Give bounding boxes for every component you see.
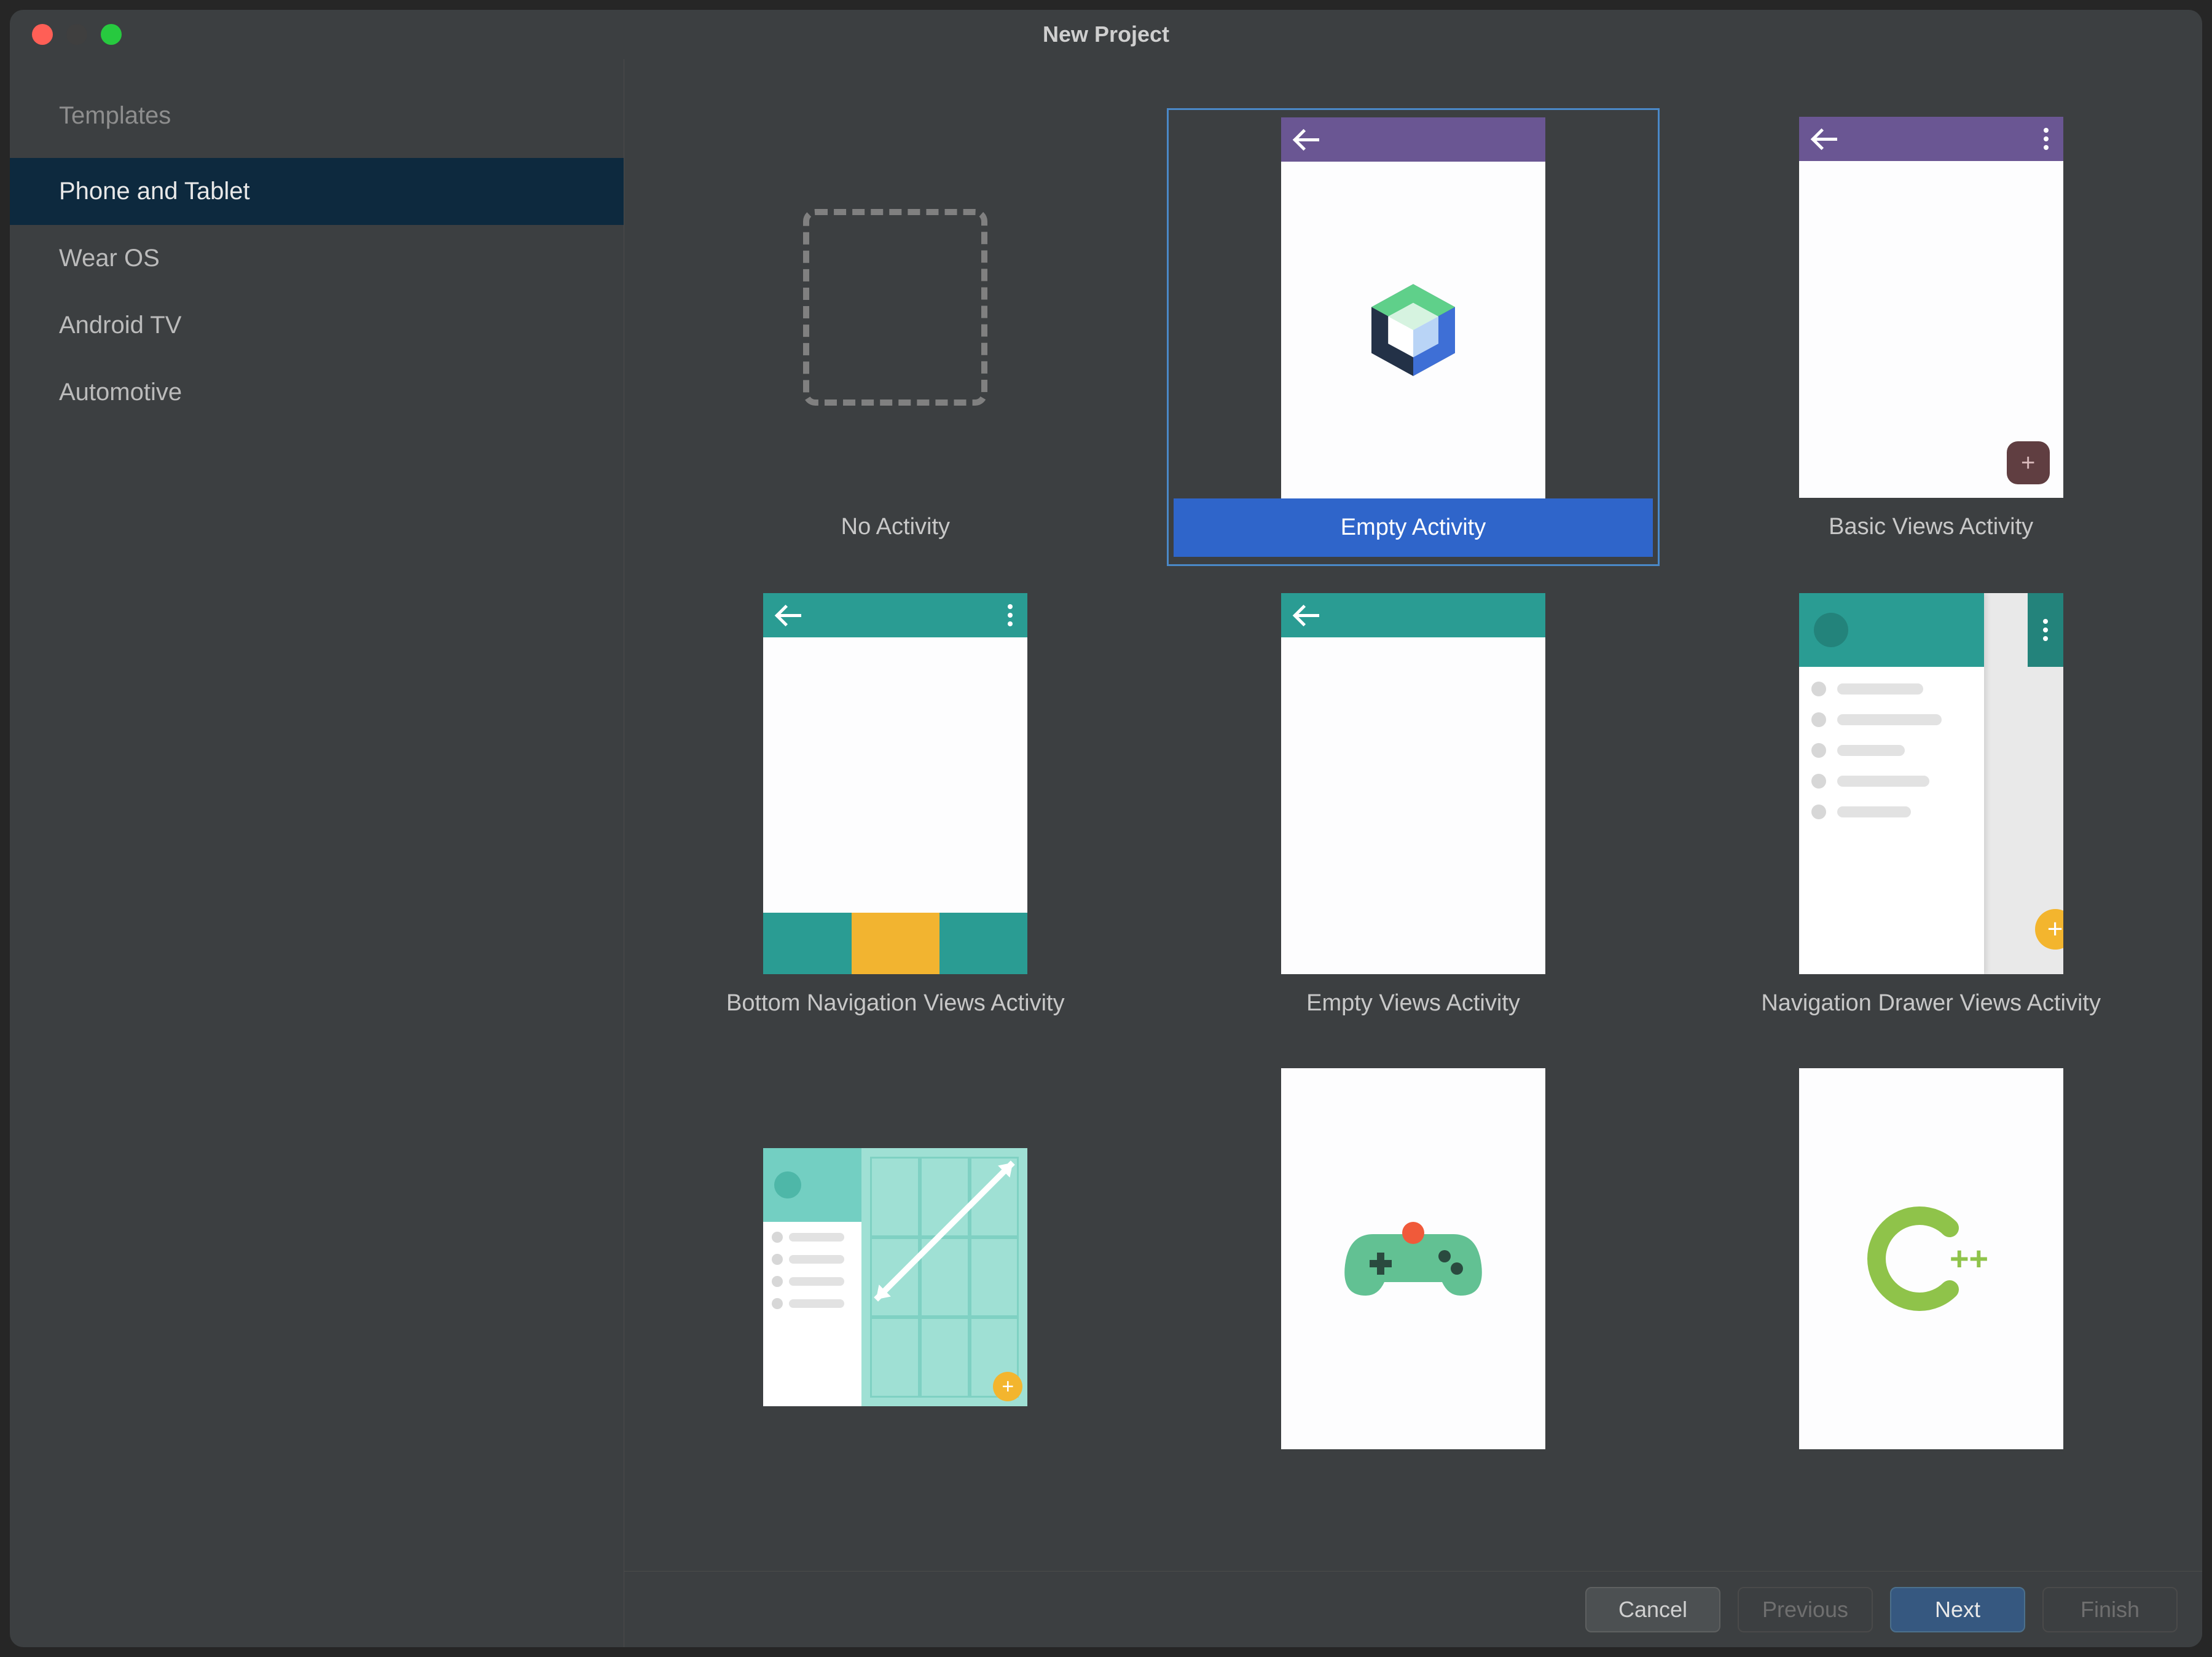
template-empty-views[interactable]: Empty Views Activity xyxy=(1167,584,1660,1041)
template-no-activity[interactable]: No Activity xyxy=(649,108,1142,566)
template-basic-views[interactable]: + Basic Views Activity xyxy=(1684,108,2178,566)
no-activity-icon xyxy=(803,209,987,406)
nav-drawer-icon xyxy=(1799,593,1984,974)
svg-text:++: ++ xyxy=(1950,1240,1988,1277)
next-button[interactable]: Next xyxy=(1890,1587,2025,1632)
template-label: Empty Activity xyxy=(1174,498,1653,557)
templates-sidebar: Templates Phone and Tablet Wear OS Andro… xyxy=(10,59,624,1647)
sidebar-item-automotive[interactable]: Automotive xyxy=(10,359,624,426)
cancel-button[interactable]: Cancel xyxy=(1585,1587,1720,1632)
previous-button: Previous xyxy=(1738,1587,1873,1632)
appbar xyxy=(1281,593,1545,637)
template-empty-activity[interactable]: Empty Activity xyxy=(1167,108,1660,566)
back-arrow-icon xyxy=(1296,608,1323,623)
template-label: No Activity xyxy=(655,498,1136,556)
titlebar: New Project xyxy=(10,10,2202,59)
sidebar-item-phone-tablet[interactable]: Phone and Tablet xyxy=(10,158,624,225)
cpp-icon: ++ xyxy=(1864,1203,1999,1314)
window-title: New Project xyxy=(10,22,2202,47)
template-responsive-views[interactable]: + Responsive Views Activity xyxy=(649,1060,1142,1516)
template-navigation-drawer[interactable]: + Navigation Drawer Views Activity xyxy=(1684,584,2178,1041)
wizard-footer: Cancel Previous Next Finish xyxy=(624,1571,2202,1647)
finish-button: Finish xyxy=(2042,1587,2178,1632)
back-arrow-icon xyxy=(1296,132,1323,147)
compose-logo-icon xyxy=(1361,278,1465,382)
window-minimize-button[interactable] xyxy=(66,24,87,45)
sidebar-heading: Templates xyxy=(10,84,624,158)
window-close-button[interactable] xyxy=(32,24,53,45)
template-grid: No Activity xyxy=(649,108,2178,1516)
appbar xyxy=(763,593,1027,637)
template-label: Basic Views Activity xyxy=(1690,498,2171,556)
sidebar-item-wear-os[interactable]: Wear OS xyxy=(10,225,624,292)
overflow-menu-icon xyxy=(2044,128,2049,150)
sidebar-item-android-tv[interactable]: Android TV xyxy=(10,292,624,359)
window-zoom-button[interactable] xyxy=(101,24,122,45)
appbar xyxy=(1799,117,2063,161)
template-game-activity[interactable]: Game Activity (C++) xyxy=(1167,1060,1660,1516)
appbar xyxy=(1281,117,1545,162)
back-arrow-icon xyxy=(778,608,805,623)
template-native-cpp[interactable]: ++ Native C++ xyxy=(1684,1060,2178,1516)
template-label: Bottom Navigation Views Activity xyxy=(655,974,1136,1033)
template-label: Navigation Drawer Views Activity xyxy=(1690,974,2171,1033)
fab-add-icon: + xyxy=(2007,441,2050,484)
template-label: Empty Views Activity xyxy=(1173,974,1654,1033)
game-controller-icon xyxy=(1343,1210,1484,1308)
template-bottom-navigation[interactable]: Bottom Navigation Views Activity xyxy=(649,584,1142,1041)
back-arrow-icon xyxy=(1814,132,1841,146)
bottom-nav-icon xyxy=(763,913,1027,974)
responsive-preview-icon: + xyxy=(763,1148,1027,1406)
overflow-menu-icon xyxy=(1008,604,1013,626)
